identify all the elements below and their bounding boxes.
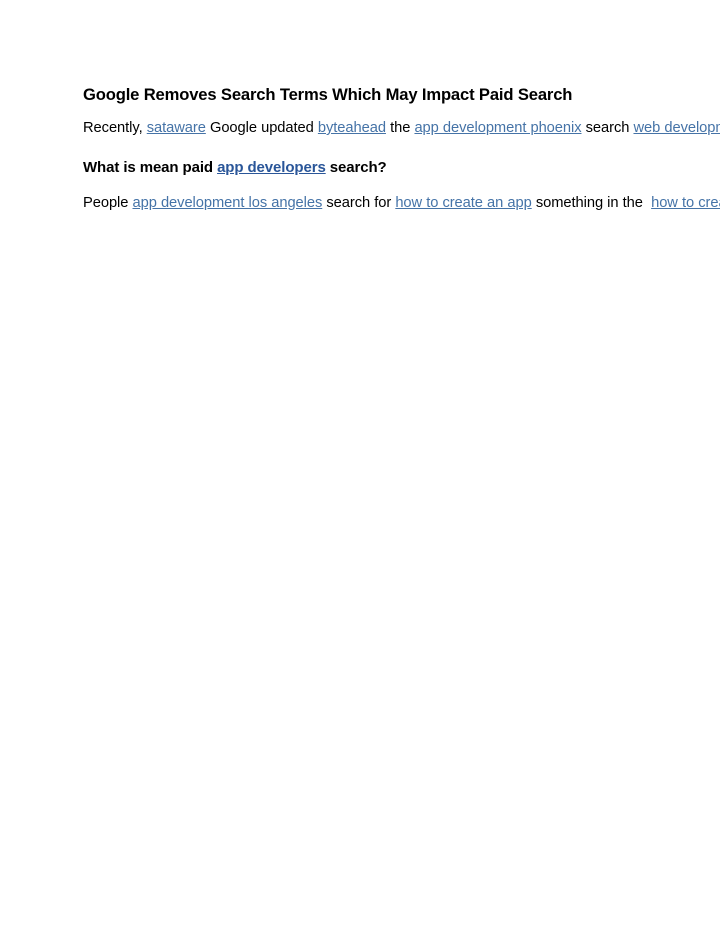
inline-link[interactable]: how to create an app	[395, 195, 531, 211]
section-heading-text-after: search?	[325, 158, 387, 176]
inline-text: search	[581, 120, 634, 136]
inline-link[interactable]: sataware	[147, 120, 206, 136]
inline-link[interactable]: app development phoenix	[414, 120, 581, 136]
inline-text: People	[83, 194, 133, 211]
inline-text: search for	[322, 194, 396, 211]
inline-link[interactable]: web development company	[633, 120, 720, 136]
paragraph-2: People app development los angeles searc…	[83, 193, 720, 215]
paragraph-1: Recently, sataware Google updated byteah…	[83, 118, 720, 140]
inline-text: the	[385, 120, 415, 136]
inline-link[interactable]: app development los angeles	[133, 195, 323, 211]
inline-link[interactable]: byteahead	[318, 120, 386, 136]
inline-text: Recently,	[83, 120, 147, 136]
section-heading-link[interactable]: app developers	[217, 159, 326, 176]
inline-text: Google updated	[205, 120, 318, 136]
section-heading: What is mean paid app developers search?	[83, 157, 639, 179]
inline-text: something in the	[531, 194, 652, 211]
section-heading-text-before: What is mean paid	[83, 158, 218, 176]
page-title: Google Removes Search Terms Which May Im…	[83, 85, 573, 104]
inline-link[interactable]: how to creat an appz	[651, 195, 720, 211]
document-body: Google Removes Search Terms Which May Im…	[83, 84, 720, 215]
document-page: Google Removes Search Terms Which May Im…	[0, 0, 720, 931]
